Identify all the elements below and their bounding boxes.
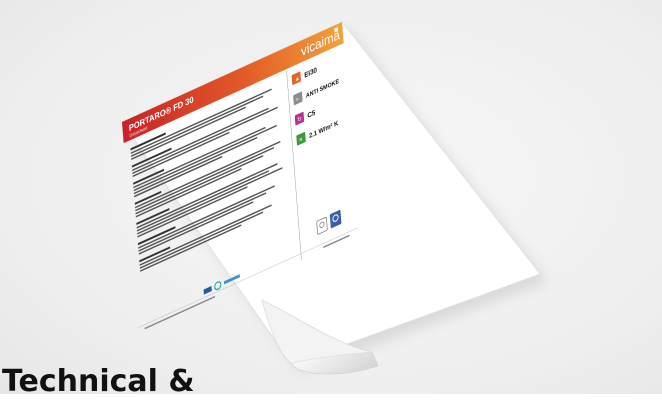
section-heading: Technical & (2, 364, 195, 399)
product-photo: PORTARO® FD 30 Datasheet vicaima ▲ EI30 … (0, 0, 662, 394)
partner-logo (203, 285, 212, 295)
footer-text (144, 295, 216, 330)
datasheet-mockup: PORTARO® FD 30 Datasheet vicaima ▲ EI30 … (121, 21, 548, 375)
partner-logo (214, 281, 222, 291)
